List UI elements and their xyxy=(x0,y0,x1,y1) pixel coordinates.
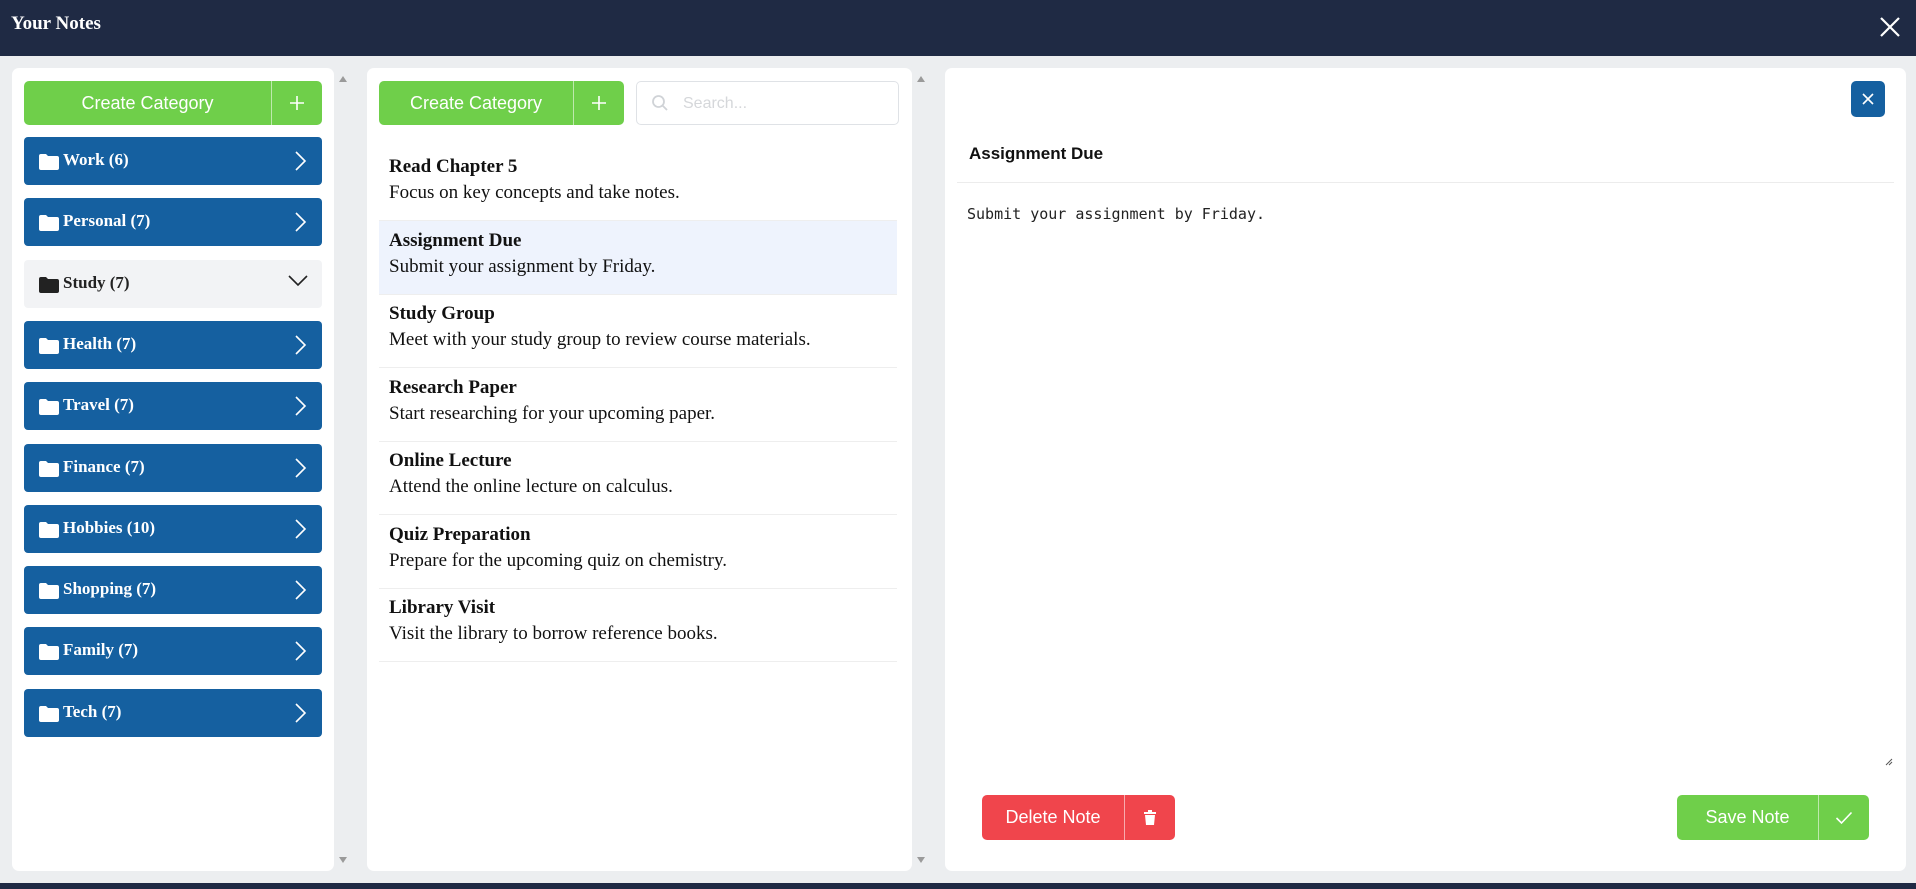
note-item-preview: Submit your assignment by Friday. xyxy=(389,255,656,277)
close-window-icon[interactable] xyxy=(1874,11,1906,43)
folder-icon xyxy=(39,276,59,298)
notes-panel: Create Category Read Chapter 5 Focus on k… xyxy=(367,68,912,871)
note-item-preview: Meet with your study group to review cou… xyxy=(389,329,811,350)
category-item[interactable]: Hobbies (10) xyxy=(24,504,322,553)
note-item-title: Assignment Due xyxy=(389,229,522,251)
chevron-right-icon xyxy=(294,457,308,483)
chevron-right-icon xyxy=(294,396,308,421)
checkmark-icon xyxy=(1818,795,1869,840)
note-item-title: Quiz Preparation xyxy=(389,523,531,545)
close-icon xyxy=(1862,93,1874,105)
notes-scrollbar[interactable] xyxy=(913,68,929,871)
scroll-down-arrow-icon[interactable] xyxy=(339,857,347,863)
folder-icon xyxy=(39,521,59,543)
scroll-up-arrow-icon[interactable] xyxy=(339,76,347,82)
category-item[interactable]: Family (7) xyxy=(24,627,322,676)
note-list-item[interactable]: Assignment Due Submit your assignment by … xyxy=(379,220,897,295)
folder-icon xyxy=(39,644,59,665)
category-label: Health (7) xyxy=(63,333,137,353)
note-body-textarea[interactable]: Submit your assignment by Friday. xyxy=(967,205,1885,760)
trash-icon xyxy=(1124,795,1175,840)
search-icon xyxy=(651,94,669,117)
chevron-right-icon xyxy=(294,703,308,728)
chevron-right-icon xyxy=(294,519,308,544)
category-item[interactable]: Tech (7) xyxy=(24,688,322,737)
note-item-title: Study Group xyxy=(389,303,495,324)
chevron-right-icon xyxy=(294,580,308,605)
category-label: Finance (7) xyxy=(63,456,145,476)
note-list-item[interactable]: Library Visit Visit the library to borrow… xyxy=(379,588,897,662)
scroll-down-arrow-icon[interactable] xyxy=(917,857,925,863)
plus-icon xyxy=(271,81,322,125)
category-label: Travel (7) xyxy=(63,395,134,415)
note-item-title: Research Paper xyxy=(389,376,517,398)
category-item[interactable]: Finance (7) xyxy=(24,443,322,492)
create-category-label: Create Category xyxy=(409,92,543,113)
category-label: Study (7) xyxy=(63,272,130,292)
note-item-title: Library Visit xyxy=(389,597,496,618)
note-editor-panel: Assignment Due Submit your assignment by… xyxy=(945,68,1906,871)
note-item-preview: Prepare for the upcoming quiz on chemist… xyxy=(389,549,728,571)
folder-icon xyxy=(39,337,59,359)
category-item[interactable]: Study (7) xyxy=(24,259,322,308)
note-list-item[interactable]: Online Lecture Attend the online lecture … xyxy=(379,441,897,515)
chevron-down-icon xyxy=(288,274,308,293)
chevron-right-icon xyxy=(294,641,308,666)
plus-icon xyxy=(573,81,624,125)
note-item-title: Read Chapter 5 xyxy=(389,156,518,177)
note-item-preview: Start researching for your upcoming pape… xyxy=(389,402,716,424)
categories-panel: Create Category Work (6) Personal (7) Stud… xyxy=(12,68,334,871)
folder-icon xyxy=(39,154,59,175)
save-note-label: Save Note xyxy=(1705,807,1790,827)
save-note-button[interactable]: Save Note xyxy=(1677,795,1869,840)
delete-note-label: Delete Note xyxy=(1005,807,1101,827)
create-category-label: Create Category xyxy=(81,92,214,113)
create-category-button[interactable]: Create Category xyxy=(24,81,322,125)
category-item[interactable]: Work (6) xyxy=(24,137,322,185)
folder-icon xyxy=(39,705,59,727)
note-list-item[interactable]: Study Group Meet with your study group to… xyxy=(379,294,897,368)
resize-handle-icon[interactable] xyxy=(1883,753,1893,771)
note-list-item[interactable]: Research Paper Start researching for your… xyxy=(379,368,897,442)
category-label: Hobbies (10) xyxy=(63,517,156,537)
category-item[interactable]: Travel (7) xyxy=(24,382,322,431)
chevron-right-icon xyxy=(294,212,308,237)
category-label: Work (6) xyxy=(63,150,129,169)
search-input[interactable] xyxy=(681,90,890,118)
note-item-preview: Focus on key concepts and take notes. xyxy=(389,182,680,203)
divider xyxy=(957,182,1894,183)
delete-note-button[interactable]: Delete Note xyxy=(982,795,1175,840)
scroll-up-arrow-icon[interactable] xyxy=(917,76,925,82)
category-label: Family (7) xyxy=(63,640,139,660)
chevron-right-icon xyxy=(294,151,308,176)
close-editor-button[interactable] xyxy=(1851,81,1885,117)
note-item-title: Online Lecture xyxy=(389,450,512,471)
folder-icon xyxy=(39,399,59,420)
note-list-item[interactable]: Read Chapter 5 Focus on key concepts and … xyxy=(379,147,897,221)
folder-icon xyxy=(39,583,59,604)
note-title[interactable]: Assignment Due xyxy=(969,144,1103,164)
note-item-preview: Attend the online lecture on calculus. xyxy=(389,476,673,497)
chevron-right-icon xyxy=(294,335,308,360)
folder-icon xyxy=(39,215,59,236)
note-list-item[interactable]: Quiz Preparation Prepare for the upcoming… xyxy=(379,515,897,589)
search-box[interactable] xyxy=(636,81,899,125)
note-item-preview: Visit the library to borrow reference bo… xyxy=(389,623,718,644)
category-label: Personal (7) xyxy=(63,211,151,231)
window-titlebar: Your Notes xyxy=(0,0,1916,56)
category-item[interactable]: Health (7) xyxy=(24,320,322,369)
bottom-strip xyxy=(0,883,1916,889)
category-label: Shopping (7) xyxy=(63,579,157,599)
window-title: Your Notes xyxy=(11,13,101,34)
folder-icon xyxy=(39,460,59,482)
category-item[interactable]: Shopping (7) xyxy=(24,566,322,615)
categories-scrollbar[interactable] xyxy=(335,68,351,871)
create-category-button-2[interactable]: Create Category xyxy=(379,81,624,125)
category-item[interactable]: Personal (7) xyxy=(24,198,322,247)
category-label: Tech (7) xyxy=(63,701,122,721)
